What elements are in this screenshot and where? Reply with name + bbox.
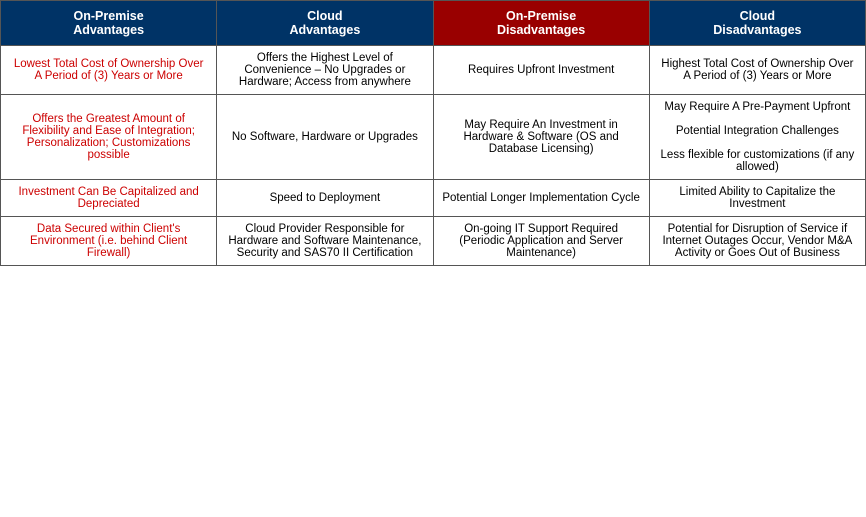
table-cell: Limited Ability to Capitalize the Invest… — [649, 180, 865, 217]
table-cell: Highest Total Cost of Ownership Over A P… — [649, 46, 865, 95]
table-cell: May Require An Investment in Hardware & … — [433, 95, 649, 180]
table-row: Investment Can Be Capitalized and Deprec… — [1, 180, 866, 217]
comparison-table: On-PremiseAdvantages CloudAdvantages On-… — [0, 0, 866, 266]
table-cell: Potential for Disruption of Service if I… — [649, 217, 865, 266]
table-cell: On-going IT Support Required (Periodic A… — [433, 217, 649, 266]
table-row: Lowest Total Cost of Ownership Over A Pe… — [1, 46, 866, 95]
table-cell: Requires Upfront Investment — [433, 46, 649, 95]
table-cell: Potential Longer Implementation Cycle — [433, 180, 649, 217]
table-cell: Data Secured within Client's Environment… — [1, 217, 217, 266]
table-cell: Cloud Provider Responsible for Hardware … — [217, 217, 433, 266]
header-on-premise-disadvantages: On-PremiseDisadvantages — [433, 1, 649, 46]
table-cell: Investment Can Be Capitalized and Deprec… — [1, 180, 217, 217]
header-cloud-advantages: CloudAdvantages — [217, 1, 433, 46]
table-cell: Offers the Highest Level of Convenience … — [217, 46, 433, 95]
table-cell: Speed to Deployment — [217, 180, 433, 217]
table-row: Offers the Greatest Amount of Flexibilit… — [1, 95, 866, 180]
table-row: Data Secured within Client's Environment… — [1, 217, 866, 266]
header-on-premise-advantages: On-PremiseAdvantages — [1, 1, 217, 46]
table-cell: Offers the Greatest Amount of Flexibilit… — [1, 95, 217, 180]
table-cell: Lowest Total Cost of Ownership Over A Pe… — [1, 46, 217, 95]
table-cell: May Require A Pre-Payment UpfrontPotenti… — [649, 95, 865, 180]
header-cloud-disadvantages: CloudDisadvantages — [649, 1, 865, 46]
table-cell: No Software, Hardware or Upgrades — [217, 95, 433, 180]
